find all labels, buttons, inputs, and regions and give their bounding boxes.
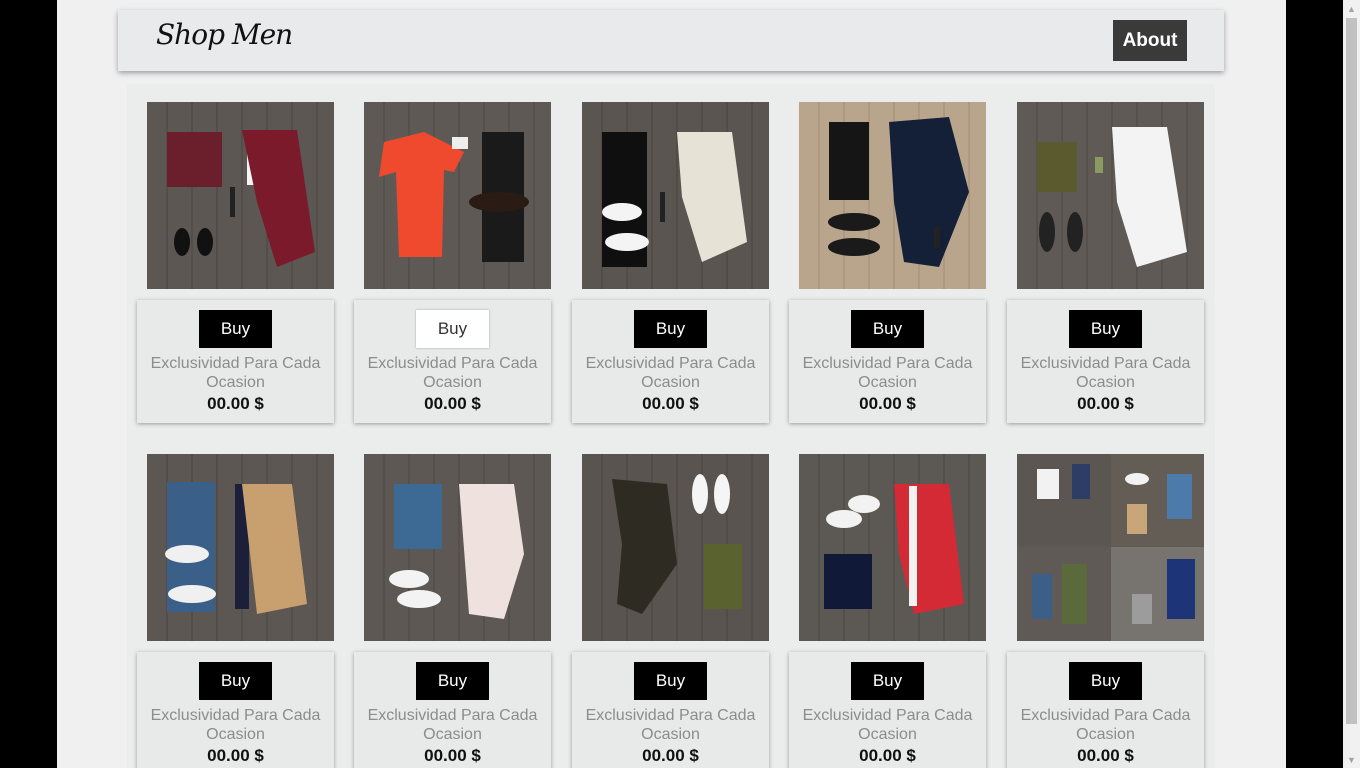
- product-info: Buy Exclusividad Para Cada Ocasion 00.00…: [354, 300, 551, 423]
- product-image[interactable]: [147, 102, 334, 289]
- page: Shop Men About Buy Exclusividad Para Cad…: [57, 0, 1286, 768]
- product-description: Exclusividad Para Cada Ocasion: [150, 707, 321, 743]
- buy-button[interactable]: Buy: [1069, 662, 1142, 700]
- about-button[interactable]: About: [1113, 20, 1187, 61]
- product-description: Exclusividad Para Cada Ocasion: [367, 707, 538, 743]
- product-image[interactable]: [799, 102, 986, 289]
- product-description: Exclusividad Para Cada Ocasion: [367, 355, 538, 391]
- buy-button[interactable]: Buy: [1069, 310, 1142, 348]
- product-price: 00.00 $: [859, 746, 916, 765]
- buy-button[interactable]: Buy: [851, 310, 924, 348]
- site-logo[interactable]: Shop Men: [156, 18, 293, 51]
- product-info: Buy Exclusividad Para Cada Ocasion 00.00…: [137, 300, 334, 423]
- product-image[interactable]: [582, 102, 769, 289]
- product-description: Exclusividad Para Cada Ocasion: [585, 355, 756, 391]
- product-price: 00.00 $: [642, 746, 699, 765]
- scroll-up-arrow-icon[interactable]: ▲: [1343, 0, 1360, 17]
- product-price: 00.00 $: [1077, 394, 1134, 413]
- product-info: Buy Exclusividad Para Cada Ocasion 00.00…: [789, 300, 986, 423]
- product-description: Exclusividad Para Cada Ocasion: [802, 355, 973, 391]
- vertical-scrollbar[interactable]: ▲ ▼: [1343, 0, 1360, 768]
- product-description: Exclusividad Para Cada Ocasion: [802, 707, 973, 743]
- product-info: Buy Exclusividad Para Cada Ocasion 00.00…: [789, 652, 986, 768]
- product-info: Buy Exclusividad Para Cada Ocasion 00.00…: [1007, 652, 1204, 768]
- product-image[interactable]: [364, 454, 551, 641]
- product-description: Exclusividad Para Cada Ocasion: [1020, 355, 1191, 391]
- buy-button[interactable]: Buy: [416, 310, 489, 348]
- product-info: Buy Exclusividad Para Cada Ocasion 00.00…: [572, 300, 769, 423]
- product-description: Exclusividad Para Cada Ocasion: [1020, 707, 1191, 743]
- buy-button[interactable]: Buy: [634, 310, 707, 348]
- product-image[interactable]: [1017, 102, 1204, 289]
- product-price: 00.00 $: [207, 746, 264, 765]
- scroll-down-arrow-icon[interactable]: ▼: [1343, 751, 1360, 768]
- buy-button[interactable]: Buy: [199, 662, 272, 700]
- product-image[interactable]: [147, 454, 334, 641]
- product-info: Buy Exclusividad Para Cada Ocasion 00.00…: [354, 652, 551, 768]
- product-info: Buy Exclusividad Para Cada Ocasion 00.00…: [137, 652, 334, 768]
- product-description: Exclusividad Para Cada Ocasion: [150, 355, 321, 391]
- product-price: 00.00 $: [424, 394, 481, 413]
- product-info: Buy Exclusividad Para Cada Ocasion 00.00…: [572, 652, 769, 768]
- product-image[interactable]: [364, 102, 551, 289]
- scroll-thumb[interactable]: [1346, 18, 1357, 724]
- product-price: 00.00 $: [207, 394, 264, 413]
- buy-button[interactable]: Buy: [199, 310, 272, 348]
- product-image[interactable]: [582, 454, 769, 641]
- product-price: 00.00 $: [859, 394, 916, 413]
- product-grid: Buy Exclusividad Para Cada Ocasion 00.00…: [127, 84, 1215, 768]
- navbar: Shop Men About: [118, 10, 1224, 71]
- product-image[interactable]: [1017, 454, 1204, 641]
- product-price: 00.00 $: [642, 394, 699, 413]
- buy-button[interactable]: Buy: [634, 662, 707, 700]
- product-price: 00.00 $: [424, 746, 481, 765]
- product-info: Buy Exclusividad Para Cada Ocasion 00.00…: [1007, 300, 1204, 423]
- buy-button[interactable]: Buy: [851, 662, 924, 700]
- product-description: Exclusividad Para Cada Ocasion: [585, 707, 756, 743]
- product-image[interactable]: [799, 454, 986, 641]
- product-price: 00.00 $: [1077, 746, 1134, 765]
- buy-button[interactable]: Buy: [416, 662, 489, 700]
